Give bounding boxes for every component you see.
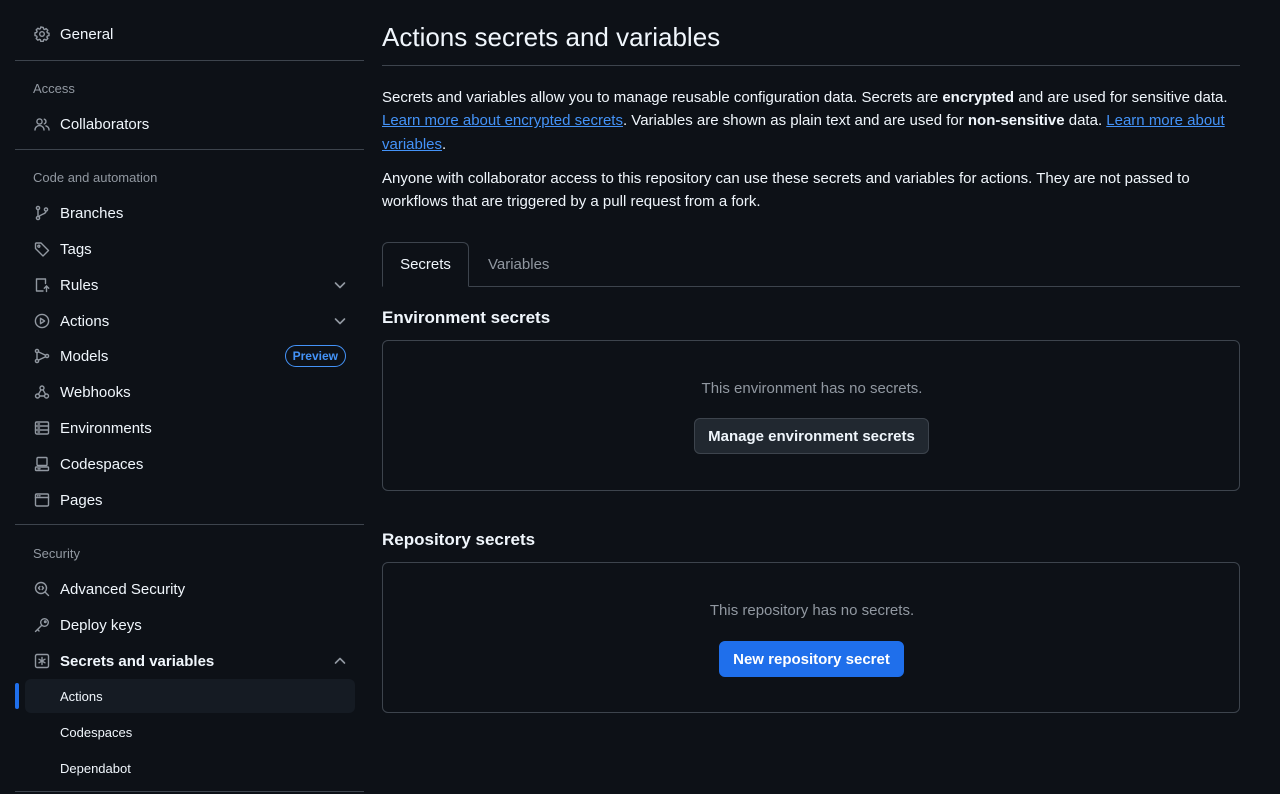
intro-text: data.: [1064, 112, 1107, 130]
models-icon: [33, 347, 51, 365]
sidebar-item-actions[interactable]: Actions: [25, 305, 355, 337]
chevron-down-icon[interactable]: [333, 278, 347, 292]
active-indicator: [15, 683, 19, 709]
sidebar-item-general[interactable]: General: [25, 18, 355, 50]
codescan-icon: [33, 580, 51, 598]
sidebar-item-label: Actions: [60, 312, 110, 330]
sidebar-item-label: Advanced Security: [60, 580, 186, 598]
codespaces-icon: [33, 455, 51, 473]
chevron-up-icon[interactable]: [333, 654, 347, 668]
sidebar-item-rules[interactable]: Rules: [25, 269, 355, 301]
tab-variables[interactable]: Variables: [488, 242, 549, 287]
sidebar-item-label: Rules: [60, 276, 99, 294]
sidebar-item-collaborators[interactable]: Collaborators: [25, 108, 355, 140]
sidebar-divider: [15, 60, 364, 61]
sidebar-item-branches[interactable]: Branches: [25, 197, 355, 229]
environment-secrets-empty-message: This environment has no secrets.: [701, 380, 923, 397]
sidebar-subitem-dependabot[interactable]: Dependabot: [25, 751, 355, 785]
key-icon: [33, 616, 51, 634]
sidebar-item-environments[interactable]: Environments: [25, 412, 355, 444]
people-icon: [33, 115, 51, 133]
sidebar-item-codespaces[interactable]: Codespaces: [25, 448, 355, 480]
manage-environment-secrets-button[interactable]: Manage environment secrets: [694, 418, 929, 454]
sidebar-divider: [15, 524, 364, 525]
sidebar-item-advanced-security[interactable]: Advanced Security: [25, 573, 355, 605]
sidebar-subitem-codespaces[interactable]: Codespaces: [25, 715, 355, 749]
sidebar-divider: [15, 791, 364, 792]
page-title: Actions secrets and variables: [382, 22, 721, 52]
sidebar-item-label: Deploy keys: [60, 616, 142, 634]
sidebar-item-label: Pages: [60, 491, 103, 509]
environment-secrets-title: Environment secrets: [382, 308, 551, 327]
sidebar-item-label: Collaborators: [60, 115, 150, 133]
sidebar-item-label: Secrets and variables: [60, 652, 215, 670]
tab-secrets[interactable]: Secrets: [382, 242, 469, 287]
secrets-variables-tabs: Secrets Variables: [382, 242, 1240, 287]
sidebar-item-deploy-keys[interactable]: Deploy keys: [25, 609, 355, 641]
server-icon: [33, 419, 51, 437]
sidebar-subitem-label: Dependabot: [60, 760, 131, 776]
sidebar-item-label: Branches: [60, 204, 124, 222]
gear-icon: [33, 25, 51, 43]
section-heading-access: Access: [33, 81, 75, 96]
tag-icon: [33, 240, 51, 258]
learn-more-encrypted-secrets-link[interactable]: Learn more about encrypted secrets: [382, 112, 623, 129]
intro-bold-non-sensitive: non-sensitive: [967, 112, 1065, 130]
branch-icon: [33, 204, 51, 222]
sidebar-subitem-actions[interactable]: Actions: [25, 679, 355, 713]
play-circle-icon: [33, 312, 51, 330]
intro-bold-encrypted: encrypted: [942, 89, 1015, 106]
sidebar-divider: [15, 149, 364, 150]
sidebar-item-label: Environments: [60, 419, 152, 437]
sidebar-item-label: Models: [60, 347, 109, 365]
intro-text: and are used for sensitive data.: [1014, 89, 1228, 106]
sidebar-item-models[interactable]: Models Preview: [25, 340, 355, 372]
intro-text: .: [442, 135, 447, 153]
sidebar-item-tags[interactable]: Tags: [25, 233, 355, 265]
intro-text: . Variables are shown as plain text and …: [622, 112, 968, 130]
title-divider: [382, 65, 1240, 66]
chevron-down-icon[interactable]: [333, 314, 347, 328]
rules-icon: [33, 276, 51, 294]
sidebar-item-label: Webhooks: [60, 383, 131, 401]
webhook-icon: [33, 383, 51, 401]
environment-secrets-box: This environment has no secrets. Manage …: [382, 340, 1240, 491]
browser-icon: [33, 491, 51, 509]
sidebar-item-secrets-and-variables[interactable]: Secrets and variables: [25, 645, 355, 677]
sidebar-subitem-label: Actions: [60, 688, 103, 704]
sidebar-item-label: Codespaces: [60, 455, 144, 473]
sidebar-item-label: Tags: [60, 240, 92, 258]
sidebar-subitem-label: Codespaces: [60, 724, 133, 740]
intro-paragraph: Secrets and variables allow you to manag…: [382, 86, 1240, 156]
new-repository-secret-button[interactable]: New repository secret: [719, 641, 904, 677]
repository-secrets-title: Repository secrets: [382, 530, 536, 549]
repository-secrets-box: This repository has no secrets. New repo…: [382, 562, 1240, 713]
sidebar-item-webhooks[interactable]: Webhooks: [25, 376, 355, 408]
repository-secrets-empty-message: This repository has no secrets.: [709, 602, 915, 619]
section-heading-security: Security: [33, 546, 80, 561]
settings-sidebar: General Access Collaborators Code and au…: [15, 0, 364, 794]
asterisk-box-icon: [33, 652, 51, 670]
sidebar-item-pages[interactable]: Pages: [25, 484, 355, 516]
intro-text: Secrets and variables allow you to manag…: [382, 89, 943, 106]
section-heading-code-automation: Code and automation: [33, 170, 158, 185]
preview-badge: Preview: [284, 345, 346, 367]
sidebar-item-label: General: [60, 25, 114, 43]
collaborator-note: Anyone with collaborator access to this …: [382, 170, 1190, 211]
